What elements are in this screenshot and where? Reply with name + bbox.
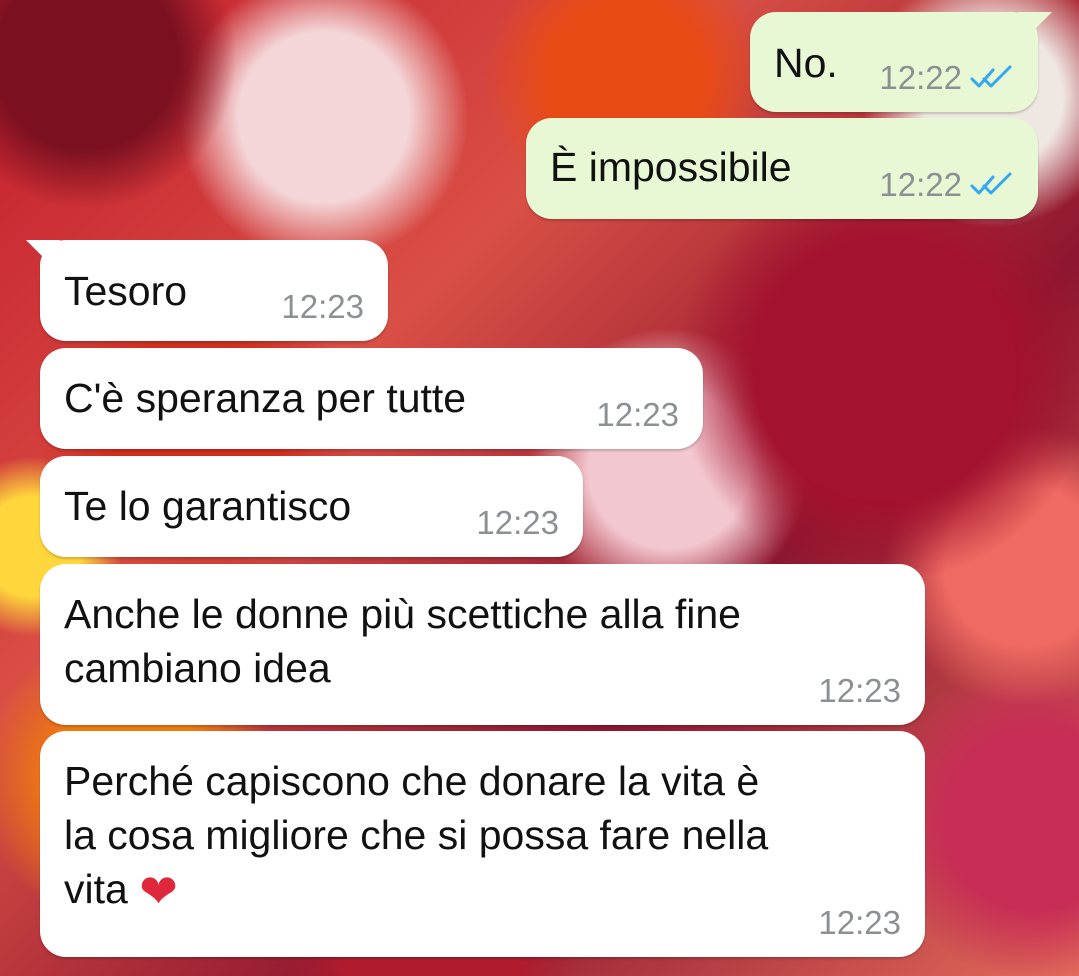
- message-time: 12:22: [879, 59, 962, 96]
- incoming-message-bubble[interactable]: Tesoro 12:23: [26, 240, 388, 341]
- incoming-message-bubble[interactable]: Anche le donne più scettiche alla fine c…: [40, 564, 925, 725]
- message-meta: 12:22: [879, 167, 1014, 203]
- bubble-tail: [1018, 12, 1052, 46]
- double-check-icon: [970, 172, 1012, 195]
- double-check-icon: [970, 65, 1012, 88]
- message-text: Anche le donne più scettiche alla fine c…: [64, 591, 741, 691]
- message-text: È impossibile: [550, 144, 792, 190]
- message-time: 12:23: [281, 288, 364, 325]
- message-meta: 12:23: [281, 289, 364, 325]
- message-time: 12:23: [476, 504, 559, 541]
- message-text-wrapper: Perché capiscono che donare la vita è la…: [64, 754, 884, 918]
- message-time: 12:23: [818, 904, 901, 941]
- message-meta: 12:23: [596, 397, 679, 433]
- message-text: Tesoro: [64, 268, 188, 314]
- message-time: 12:23: [596, 396, 679, 433]
- message-meta: 12:23: [818, 673, 901, 709]
- incoming-message-bubble[interactable]: C'è speranza per tutte 12:23: [40, 348, 703, 449]
- message-time: 12:22: [879, 166, 962, 203]
- message-text: No.: [774, 40, 838, 86]
- message-meta: 12:23: [476, 505, 559, 541]
- incoming-message-bubble[interactable]: Perché capiscono che donare la vita è la…: [40, 731, 925, 957]
- message-meta: 12:23: [818, 905, 901, 941]
- message-meta: 12:22: [879, 60, 1014, 96]
- message-time: 12:23: [818, 672, 901, 709]
- incoming-message-bubble[interactable]: Te lo garantisco 12:23: [40, 456, 583, 557]
- message-text: Te lo garantisco: [64, 483, 352, 529]
- outgoing-message-bubble[interactable]: No. 12:22: [750, 12, 1052, 112]
- outgoing-message-bubble[interactable]: È impossibile 12:22: [526, 118, 1038, 219]
- red-heart-emoji: ❤: [139, 865, 178, 917]
- bubble-tail: [26, 240, 60, 274]
- message-text: C'è speranza per tutte: [64, 375, 467, 421]
